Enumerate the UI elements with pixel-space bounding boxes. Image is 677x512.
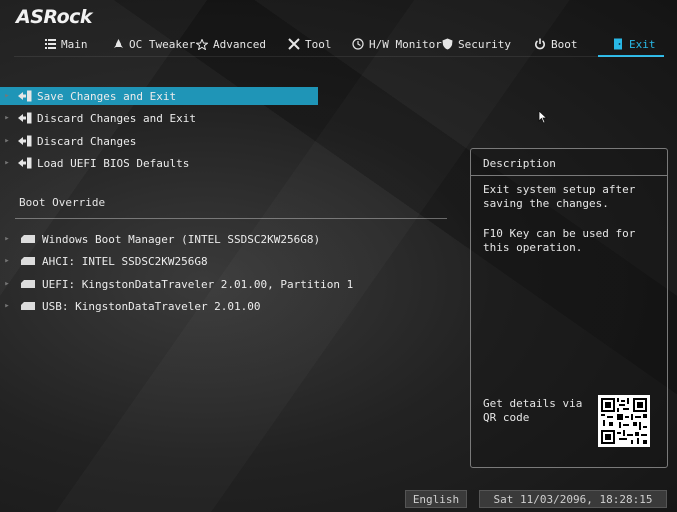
- qr-code-icon[interactable]: [598, 395, 650, 447]
- bullet-marker: ▸: [4, 136, 10, 146]
- mouse-cursor-icon: [538, 110, 548, 124]
- drive-icon: [21, 280, 35, 288]
- exit-arrow-icon: [18, 112, 32, 124]
- monitor-icon: [352, 38, 364, 50]
- tab-advanced-label: Advanced: [213, 37, 266, 51]
- tab-exit-label: Exit: [629, 37, 656, 51]
- exit-arrow-icon: [18, 157, 32, 169]
- drive-icon: [21, 235, 35, 243]
- description-hotkey-text: F10 Key can be used for this operation.: [483, 227, 636, 254]
- description-title: Description: [483, 157, 556, 170]
- menu-item-label: Save Changes and Exit: [37, 89, 177, 103]
- rocket-icon: [112, 38, 124, 50]
- bullet-marker: ▸: [4, 234, 10, 244]
- tab-oc-tweaker[interactable]: OC Tweaker: [112, 34, 195, 54]
- boot-item-label: Windows Boot Manager (INTEL SSDSC2KW256G…: [42, 232, 321, 246]
- tab-tool[interactable]: Tool: [288, 34, 332, 54]
- tab-hw-monitor-label: H/W Monitor: [369, 37, 442, 51]
- bullet-marker: ▸: [4, 158, 10, 168]
- boot-item-windows-boot-manager[interactable]: ▸ Windows Boot Manager (INTEL SSDSC2KW25…: [0, 231, 440, 247]
- tab-advanced[interactable]: Advanced: [196, 34, 266, 54]
- shield-icon: [441, 38, 453, 50]
- exit-door-icon: [612, 38, 624, 50]
- menu-load-uefi-defaults[interactable]: ▸ Load UEFI BIOS Defaults: [0, 154, 318, 172]
- drive-icon: [21, 302, 35, 310]
- menu-save-changes-and-exit[interactable]: ▸ Save Changes and Exit: [0, 87, 318, 105]
- language-selector[interactable]: English: [405, 490, 467, 508]
- status-bar: English Sat 11/03/2096, 18:28:15: [0, 490, 677, 512]
- qr-label: Get details via QR code: [483, 397, 583, 424]
- menu-discard-changes-and-exit[interactable]: ▸ Discard Changes and Exit: [0, 109, 318, 127]
- boot-item-uefi-kingston[interactable]: ▸ UEFI: KingstonDataTraveler 2.01.00, Pa…: [0, 276, 440, 292]
- power-icon: [534, 38, 546, 50]
- tab-security-label: Security: [458, 37, 511, 51]
- star-icon: [196, 38, 208, 50]
- menu-discard-changes[interactable]: ▸ Discard Changes: [0, 132, 318, 150]
- nav-divider: [14, 56, 664, 57]
- bullet-marker: ▸: [4, 113, 10, 123]
- list-icon: [44, 38, 56, 50]
- asrock-logo: ASRock: [16, 6, 93, 28]
- description-panel: Description Exit system setup after savi…: [470, 148, 668, 468]
- datetime-display: Sat 11/03/2096, 18:28:15: [479, 490, 667, 508]
- tab-main[interactable]: Main: [44, 34, 88, 54]
- boot-item-label: UEFI: KingstonDataTraveler 2.01.00, Part…: [42, 277, 354, 291]
- tab-exit[interactable]: Exit: [612, 34, 656, 54]
- boot-item-label: AHCI: INTEL SSDSC2KW256G8: [42, 254, 208, 268]
- bullet-marker: ▸: [4, 279, 10, 289]
- tab-hw-monitor[interactable]: H/W Monitor: [352, 34, 442, 54]
- top-nav: Main OC Tweaker Advanced Tool H/W Monito…: [0, 30, 677, 57]
- boot-item-label: USB: KingstonDataTraveler 2.01.00: [42, 299, 261, 313]
- description-text: Exit system setup after saving the chang…: [483, 183, 636, 210]
- menu-item-label: Discard Changes and Exit: [37, 111, 196, 125]
- menu-item-label: Discard Changes: [37, 134, 137, 148]
- drive-icon: [21, 257, 35, 265]
- tab-boot[interactable]: Boot: [534, 34, 578, 54]
- tools-icon: [288, 38, 300, 50]
- tab-security[interactable]: Security: [441, 34, 511, 54]
- bullet-marker: ▸: [4, 256, 10, 266]
- exit-arrow-icon: [18, 90, 32, 102]
- exit-arrow-icon: [18, 135, 32, 147]
- boot-item-usb-kingston[interactable]: ▸ USB: KingstonDataTraveler 2.01.00: [0, 298, 440, 314]
- section-divider: [15, 218, 447, 219]
- bullet-marker: ▸: [4, 91, 10, 101]
- description-divider: [471, 175, 667, 176]
- bullet-marker: ▸: [4, 301, 10, 311]
- menu-item-label: Load UEFI BIOS Defaults: [37, 156, 190, 170]
- boot-override-heading: Boot Override: [19, 196, 106, 209]
- tab-boot-label: Boot: [551, 37, 578, 51]
- tab-main-label: Main: [61, 37, 88, 51]
- tab-oc-tweaker-label: OC Tweaker: [129, 37, 196, 51]
- boot-item-ahci[interactable]: ▸ AHCI: INTEL SSDSC2KW256G8: [0, 253, 440, 269]
- tab-tool-label: Tool: [305, 37, 332, 51]
